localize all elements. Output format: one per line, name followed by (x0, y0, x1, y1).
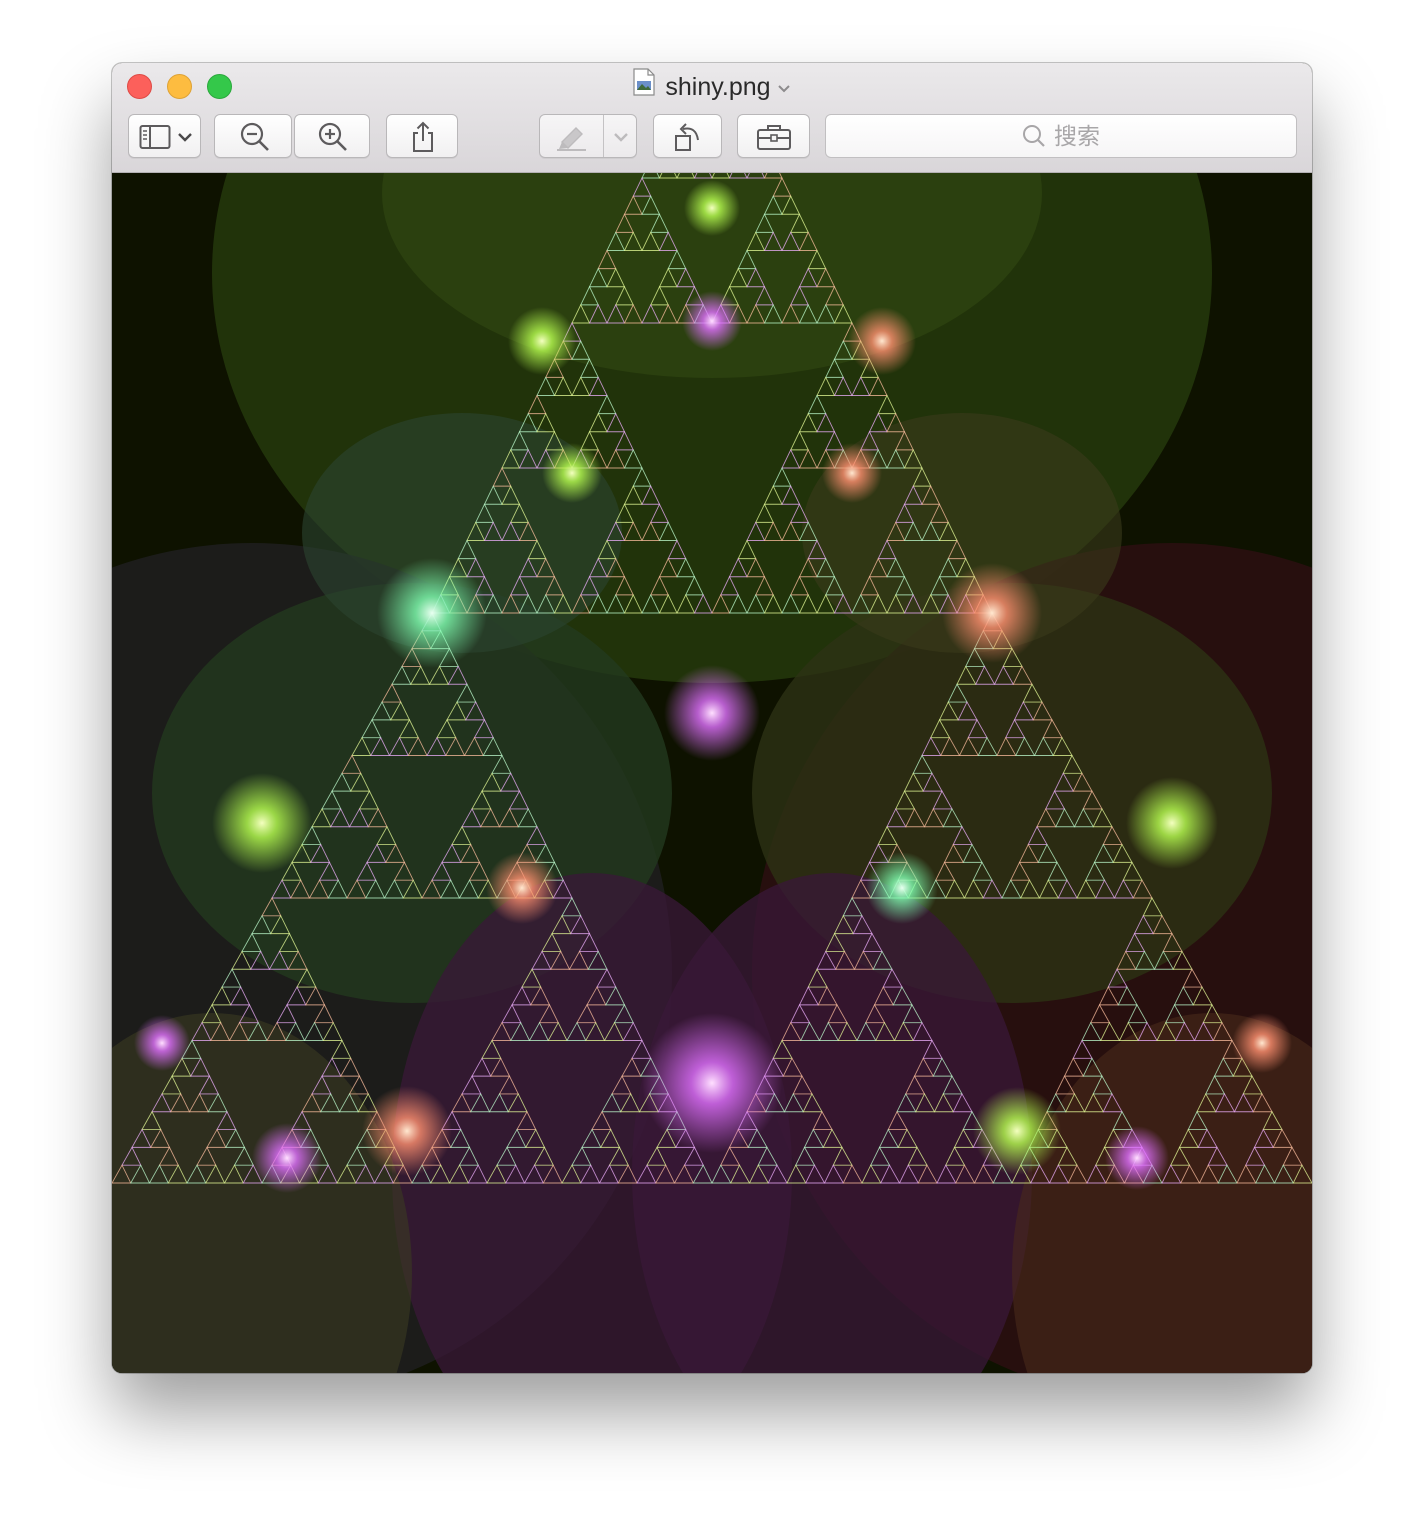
preview-window: shiny.png 搜索 (112, 63, 1312, 1373)
title-bar[interactable]: shiny.png 搜索 (112, 63, 1312, 173)
sidebar-icon (139, 125, 171, 149)
png-file-icon (633, 68, 656, 104)
markup-divider (603, 115, 604, 157)
share-icon (413, 121, 433, 152)
markup-pen-icon (557, 127, 586, 151)
image-canvas[interactable] (112, 173, 1312, 1373)
chevron-down-icon (178, 133, 192, 142)
search-icon (1023, 124, 1045, 147)
search-placeholder: 搜索 (826, 115, 1296, 157)
share-button[interactable] (386, 114, 458, 158)
toolbox-button[interactable] (737, 114, 810, 158)
zoom-in-icon (318, 122, 347, 151)
zoom-out-icon (240, 122, 269, 151)
markup-button[interactable] (539, 114, 637, 158)
chevron-down-icon[interactable] (777, 70, 791, 102)
search-field[interactable]: 搜索 (825, 114, 1297, 158)
rotate-button[interactable] (653, 114, 722, 158)
document-name: shiny.png (665, 73, 771, 101)
zoom-out-button[interactable] (214, 114, 292, 158)
window-title[interactable]: shiny.png (112, 68, 1312, 104)
search-placeholder-text: 搜索 (1054, 123, 1100, 149)
rotate-icon (675, 123, 699, 151)
fractal-image (112, 173, 1312, 1373)
chevron-down-icon[interactable] (613, 132, 629, 142)
toolbox-icon (757, 125, 791, 150)
sidebar-toggle-button[interactable] (128, 114, 201, 158)
zoom-in-button[interactable] (294, 114, 370, 158)
